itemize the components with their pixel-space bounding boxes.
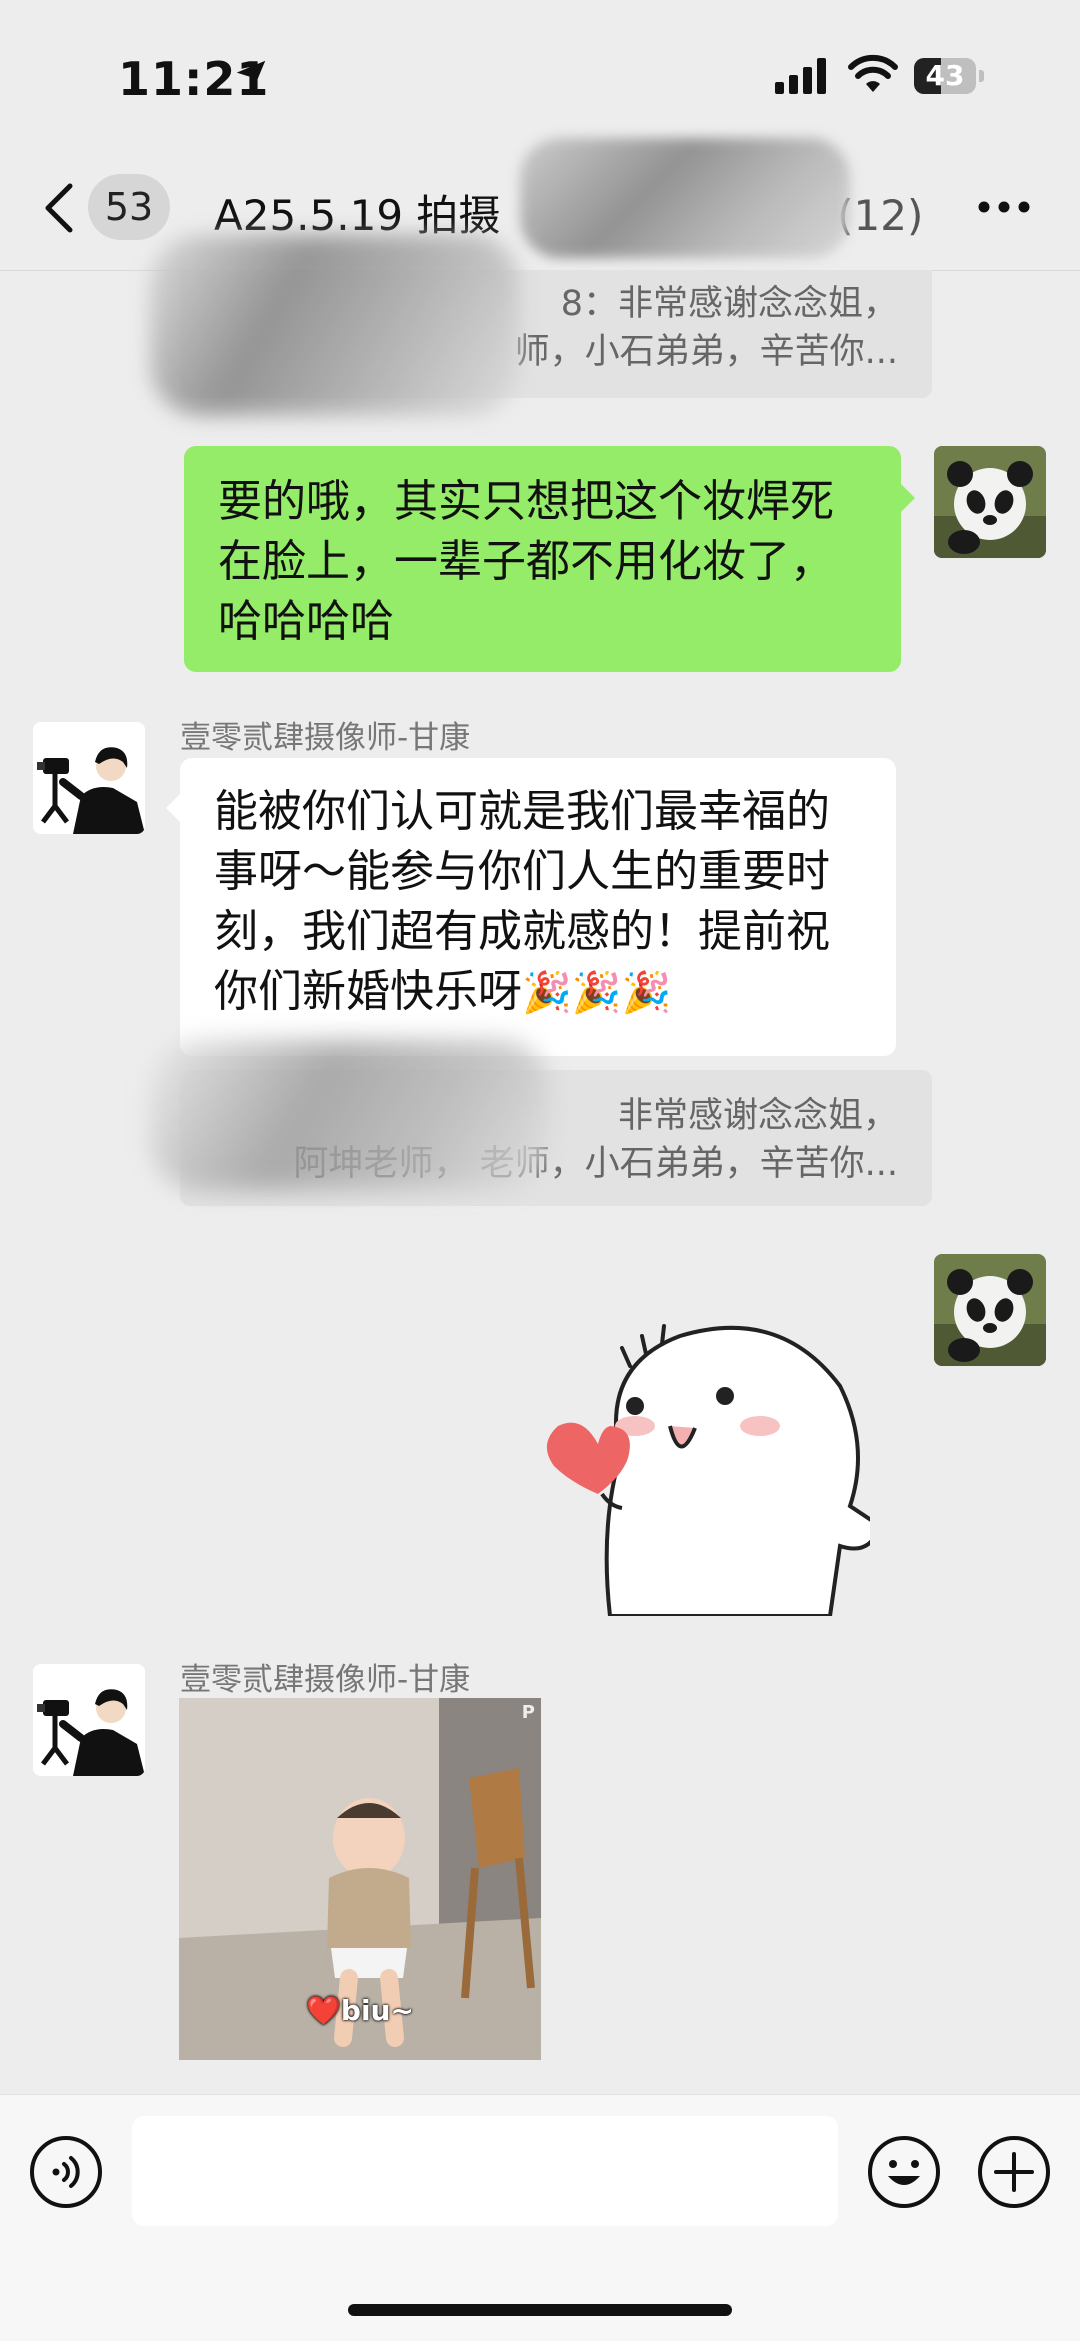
add-attachment-icon[interactable] bbox=[976, 2134, 1052, 2210]
voice-input-icon[interactable] bbox=[28, 2134, 104, 2210]
photographer-avatar-icon bbox=[33, 722, 145, 834]
chat-title-text: A25.5.19 拍摄 bbox=[214, 191, 501, 240]
image-watermark: P bbox=[521, 1702, 535, 1723]
redacted-scribble bbox=[150, 235, 520, 415]
heart-sticker[interactable] bbox=[530, 1296, 870, 1616]
redacted-title-scribble bbox=[520, 138, 850, 258]
back-chevron-icon[interactable] bbox=[42, 182, 76, 234]
more-options-icon[interactable] bbox=[976, 198, 1032, 216]
image-message[interactable]: P ❤️biu~ bbox=[179, 1698, 541, 2060]
sender-avatar[interactable] bbox=[33, 1664, 145, 1776]
sender-name: 壹零贰肆摄像师-甘康 bbox=[180, 1662, 471, 1698]
cellular-signal-icon bbox=[775, 58, 826, 94]
image-caption: ❤️biu~ bbox=[306, 1994, 414, 2027]
battery-icon: 43 bbox=[914, 58, 986, 94]
emoji-icon[interactable] bbox=[866, 2134, 942, 2210]
redacted-scribble bbox=[150, 1040, 550, 1190]
sender-avatar[interactable] bbox=[33, 722, 145, 834]
member-count: (12) bbox=[837, 191, 924, 240]
panda-avatar-icon bbox=[934, 446, 1046, 558]
photographer-avatar-icon bbox=[33, 1664, 145, 1776]
unread-count-badge[interactable]: 53 bbox=[88, 174, 170, 240]
location-arrow-icon bbox=[236, 60, 266, 90]
wifi-icon bbox=[848, 54, 898, 92]
battery-level: 43 bbox=[925, 59, 965, 92]
party-popper-emoji: 🎉🎉🎉 bbox=[522, 970, 672, 1016]
panda-avatar-icon bbox=[934, 1254, 1046, 1366]
my-message-bubble[interactable]: 要的哦，其实只想把这个妆焊死在脸上，一辈子都不用化妆了，哈哈哈哈 bbox=[184, 446, 915, 672]
home-indicator bbox=[348, 2304, 732, 2316]
message-input[interactable] bbox=[132, 2116, 838, 2226]
sender-name: 壹零贰肆摄像师-甘康 bbox=[180, 720, 471, 756]
message-text: 要的哦，其实只想把这个妆焊死在脸上，一辈子都不用化妆了，哈哈哈哈 bbox=[218, 476, 834, 647]
my-avatar[interactable] bbox=[934, 1254, 1046, 1366]
my-avatar[interactable] bbox=[934, 446, 1046, 558]
received-message-bubble[interactable]: 能被你们认可就是我们最幸福的事呀～能参与你们人生的重要时刻，我们超有成就感的！提… bbox=[166, 758, 896, 1056]
